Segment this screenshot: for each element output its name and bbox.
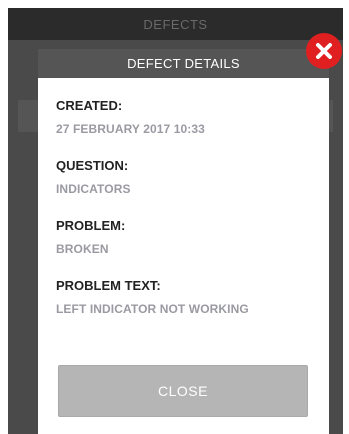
question-field: QUESTION: INDICATORS	[56, 158, 311, 196]
close-icon[interactable]	[306, 33, 342, 69]
dialog-title: DEFECT DETAILS	[38, 49, 329, 78]
close-button[interactable]: CLOSE	[58, 365, 308, 417]
question-value: INDICATORS	[56, 182, 131, 196]
problem-text-field: PROBLEM TEXT: LEFT INDICATOR NOT WORKING	[56, 278, 311, 316]
screen: DEFECTS DEFECT DETAILS CREATED: 27 FEBRU…	[0, 0, 349, 434]
defect-details-dialog: DEFECT DETAILS CREATED: 27 FEBRUARY 2017…	[38, 49, 329, 434]
dialog-body: CREATED: 27 FEBRUARY 2017 10:33 QUESTION…	[38, 78, 329, 316]
created-label: CREATED:	[56, 98, 123, 113]
question-label: QUESTION:	[56, 158, 129, 173]
problem-field: PROBLEM: BROKEN	[56, 218, 311, 256]
created-value: 27 FEBRUARY 2017 10:33	[56, 122, 205, 136]
problem-value: BROKEN	[56, 242, 109, 256]
problem-text-label: PROBLEM TEXT:	[56, 278, 161, 293]
problem-text-value: LEFT INDICATOR NOT WORKING	[56, 302, 249, 316]
created-field: CREATED: 27 FEBRUARY 2017 10:33	[56, 98, 311, 136]
close-x-glyph	[316, 43, 332, 59]
background-header: DEFECTS	[8, 8, 343, 40]
problem-label: PROBLEM:	[56, 218, 126, 233]
